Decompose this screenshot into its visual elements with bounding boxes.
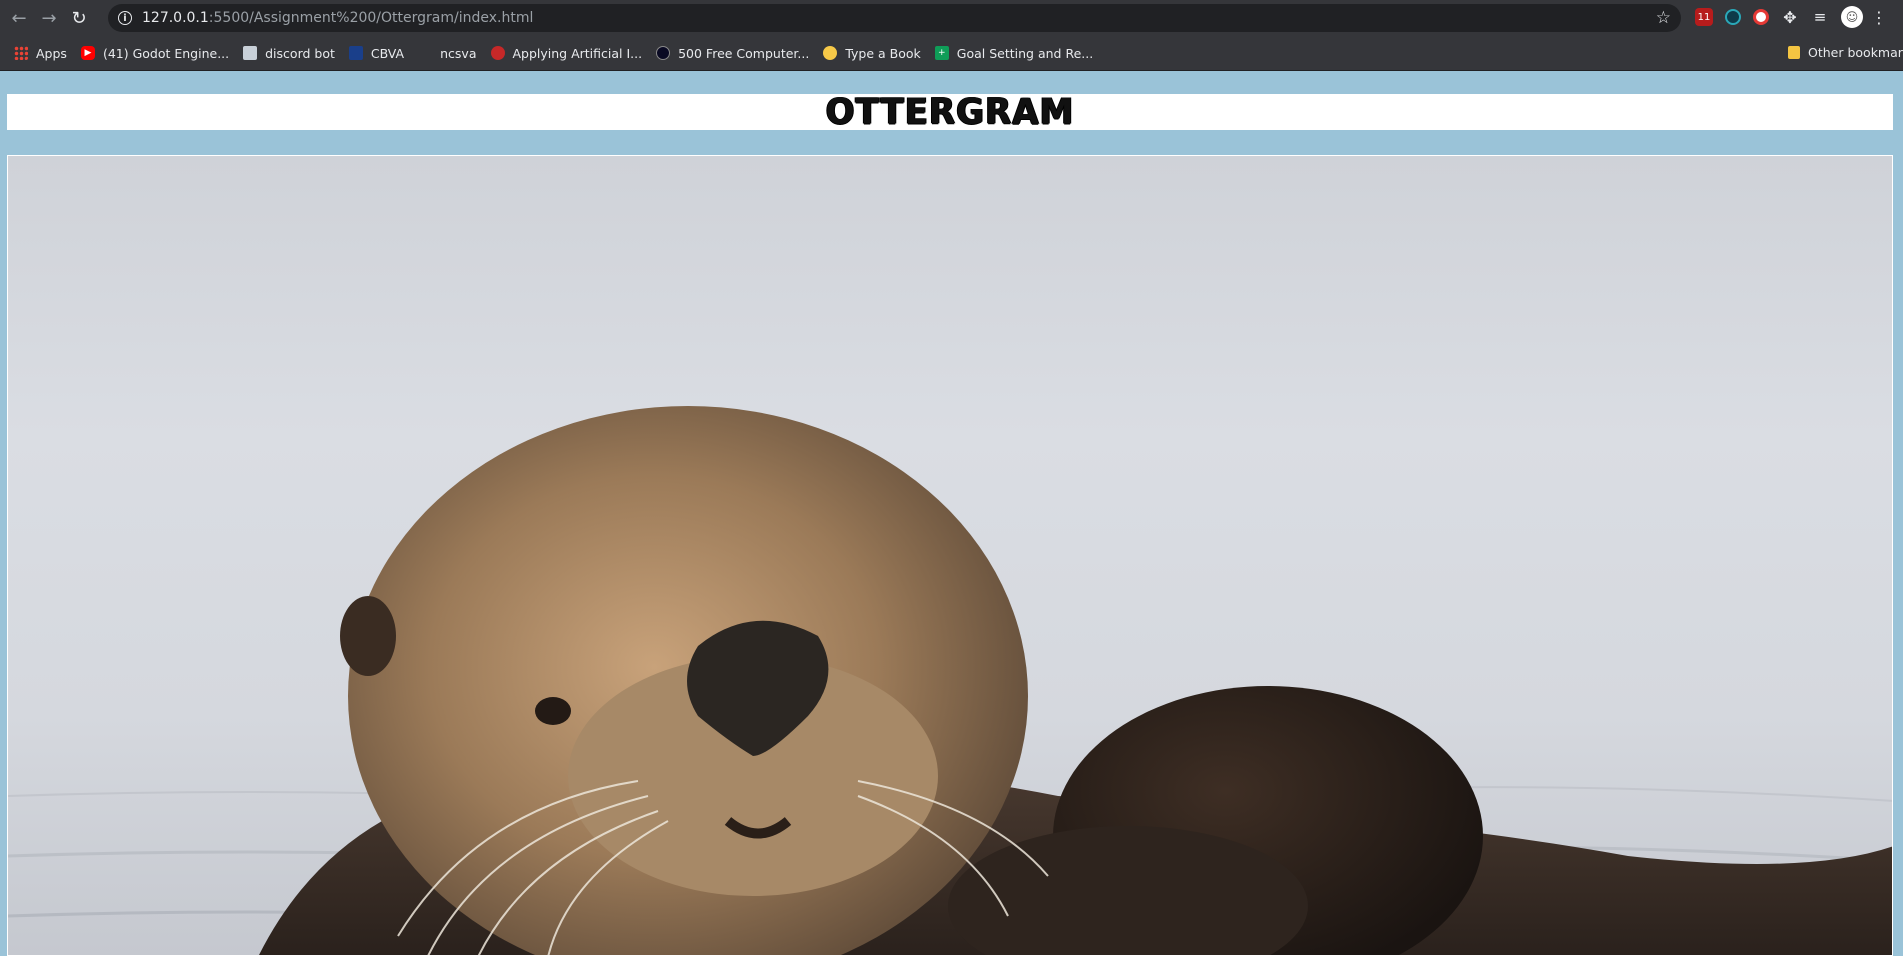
freecodecamp-icon: [656, 46, 671, 60]
ublock-extension-icon[interactable]: 11: [1695, 8, 1713, 26]
teal-extension-icon[interactable]: [1725, 9, 1741, 25]
document-icon: [243, 46, 258, 60]
reading-list-icon[interactable]: ≡: [1811, 8, 1829, 26]
other-bookmarks[interactable]: Other bookmarks: [1788, 45, 1903, 60]
browser-toolbar: ← → ↻ i 127.0.0.1:5500/Assignment%200/Ot…: [0, 0, 1903, 36]
browser-menu-icon[interactable]: ⋮: [1871, 8, 1887, 27]
bookmark-ncsva[interactable]: ncsva: [418, 46, 476, 61]
bookmarks-bar: Apps ▶ (41) Godot Engine... discord bot C…: [0, 36, 1903, 71]
site-header: OTTERGRAM: [7, 91, 1893, 133]
reload-icon[interactable]: ↻: [68, 7, 90, 29]
bookmark-type-a-book[interactable]: Type a Book: [823, 46, 921, 61]
bookmark-godot[interactable]: ▶ (41) Godot Engine...: [80, 46, 229, 61]
bookmark-cbva[interactable]: CBVA: [348, 46, 404, 61]
bookmark-discord-bot[interactable]: discord bot: [243, 46, 335, 61]
bookmark-applying-ai[interactable]: Applying Artificial I...: [490, 46, 642, 61]
url-text[interactable]: 127.0.0.1:5500/Assignment%200/Ottergram/…: [142, 10, 533, 26]
folder-icon: [1788, 46, 1800, 59]
emoji-icon: [823, 46, 838, 60]
apps-grid-icon: [14, 46, 28, 60]
youtube-icon: ▶: [80, 46, 95, 60]
bookmark-free-computer[interactable]: 500 Free Computer...: [656, 46, 809, 61]
ai-icon: [490, 46, 505, 60]
otter-photo: [7, 155, 1893, 956]
otter-illustration: [8, 406, 1892, 955]
profile-avatar-icon[interactable]: ☺: [1841, 6, 1863, 28]
puzzle-extensions-icon[interactable]: ✥: [1781, 8, 1799, 27]
record-extension-icon[interactable]: [1753, 9, 1769, 25]
site-logo: OTTERGRAM: [825, 91, 1075, 133]
site-info-icon[interactable]: i: [118, 11, 132, 25]
address-bar[interactable]: i 127.0.0.1:5500/Assignment%200/Ottergra…: [108, 4, 1681, 32]
forward-arrow-icon[interactable]: →: [38, 7, 60, 29]
blank-icon: [418, 46, 432, 60]
extensions-area: 11 ✥ ≡ ☺ ⋮: [1695, 6, 1887, 28]
bookmark-goal-setting[interactable]: + Goal Setting and Re...: [934, 46, 1093, 61]
sheets-icon: +: [934, 46, 949, 60]
back-arrow-icon[interactable]: ←: [8, 7, 30, 29]
bookmark-apps[interactable]: Apps: [14, 46, 67, 61]
cbva-icon: [348, 46, 363, 60]
bookmark-star-icon[interactable]: ☆: [1656, 8, 1671, 28]
